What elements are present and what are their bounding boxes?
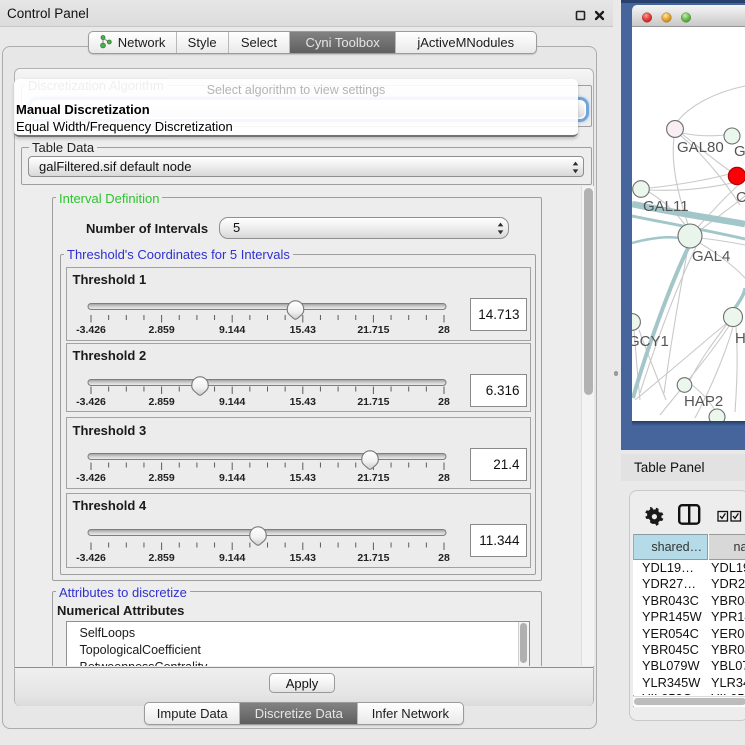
svg-text:GAL80: GAL80 [677, 139, 724, 156]
svg-text:GCY1: GCY1 [632, 333, 669, 350]
svg-text:H: H [735, 330, 745, 347]
svg-text:GAL11: GAL11 [643, 198, 689, 215]
svg-text:HAP2: HAP2 [684, 393, 723, 410]
svg-text:GA: GA [734, 143, 745, 160]
svg-text:GAL4: GAL4 [692, 248, 730, 265]
svg-text:C: C [736, 189, 745, 206]
